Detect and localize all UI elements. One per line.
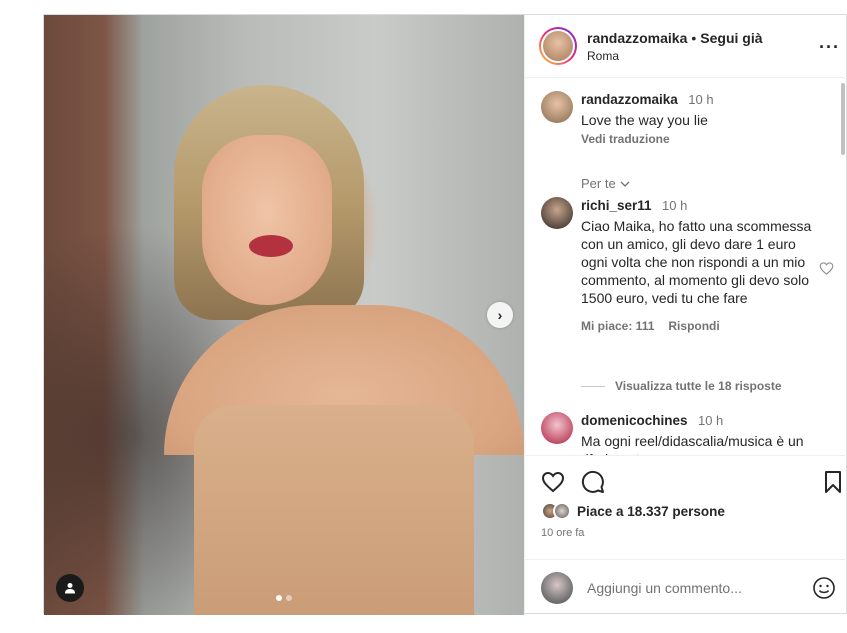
avatar[interactable] <box>541 197 573 229</box>
chevron-down-icon <box>620 181 630 187</box>
see-translation-link[interactable]: Vedi traduzione <box>581 132 821 146</box>
comment-text: Ciao Maika, ho fatto una scommessa con u… <box>581 218 812 306</box>
comments-scrollbar[interactable] <box>841 83 845 155</box>
avatar[interactable] <box>541 412 573 444</box>
post-timestamp[interactable]: 10 ore fa <box>541 527 584 539</box>
comment-likes-count[interactable]: Mi piace: 111 <box>581 319 654 333</box>
bookmark-icon[interactable] <box>821 470 845 494</box>
tagged-users-button[interactable] <box>56 574 84 602</box>
comment-text: Love the way you lie <box>581 112 708 128</box>
post-header: randazzomaika • Segui già Roma ··· <box>525 15 847 78</box>
location-link[interactable]: Roma <box>587 49 763 63</box>
emoji-icon[interactable] <box>812 576 836 600</box>
comment-time[interactable]: 10 h <box>662 198 687 213</box>
comment-filter-label: Per te <box>581 176 616 191</box>
comment-bubble-icon[interactable] <box>581 470 605 494</box>
comments-list[interactable]: randazzomaika 10 h Love the way you lie … <box>525 79 847 455</box>
post-sidebar: randazzomaika • Segui già Roma ··· randa… <box>524 15 847 615</box>
post-dialog: › randazzomaika • Segui già Roma ··· ran… <box>43 14 847 615</box>
comment-text: Ma ogni reel/didascalia/musica è un rife… <box>581 433 804 455</box>
header-separator: • <box>691 29 697 46</box>
reply-button[interactable]: Rispondi <box>668 319 719 333</box>
comment-username[interactable]: randazzomaika <box>581 92 678 107</box>
photo-dress <box>194 405 474 615</box>
comment-time[interactable]: 10 h <box>688 92 713 107</box>
photo-lips <box>249 235 293 257</box>
comment-username[interactable]: domenicochines <box>581 413 688 428</box>
avatar <box>541 571 573 604</box>
likes-count[interactable]: Piace a 18.337 persone <box>577 504 725 519</box>
header-username[interactable]: randazzomaika <box>587 30 687 46</box>
photo-face <box>202 135 332 305</box>
following-button[interactable]: Segui già <box>700 30 762 46</box>
post-action-bar <box>525 455 847 499</box>
avatar[interactable] <box>541 91 573 123</box>
like-heart-icon[interactable] <box>541 470 565 494</box>
view-replies-button[interactable]: Visualizza tutte le 18 risposte <box>581 379 782 393</box>
likes-summary[interactable]: Piace a 18.337 persone <box>541 502 725 520</box>
view-replies-label: Visualizza tutte le 18 risposte <box>615 379 782 393</box>
post-photo[interactable]: › <box>44 15 524 615</box>
heart-icon[interactable] <box>819 261 834 276</box>
add-comment-input[interactable]: Aggiungi un commento... <box>587 580 742 596</box>
carousel-dot-active <box>276 595 282 601</box>
comment-username[interactable]: richi_ser11 <box>581 198 652 213</box>
avatar <box>553 502 571 520</box>
avatar <box>543 31 573 61</box>
add-comment-bar: Aggiungi un commento... <box>525 559 847 615</box>
carousel-indicator <box>276 595 292 601</box>
user-icon <box>65 583 75 594</box>
more-horizontal-icon[interactable]: ··· <box>819 37 840 58</box>
comment-filter-dropdown[interactable]: Per te <box>581 176 630 191</box>
next-image-button[interactable]: › <box>487 302 513 328</box>
story-ring[interactable] <box>539 27 577 65</box>
carousel-dot <box>286 595 292 601</box>
chevron-right-icon: › <box>497 307 503 323</box>
divider-line <box>581 385 605 387</box>
comment-time[interactable]: 10 h <box>698 413 723 428</box>
